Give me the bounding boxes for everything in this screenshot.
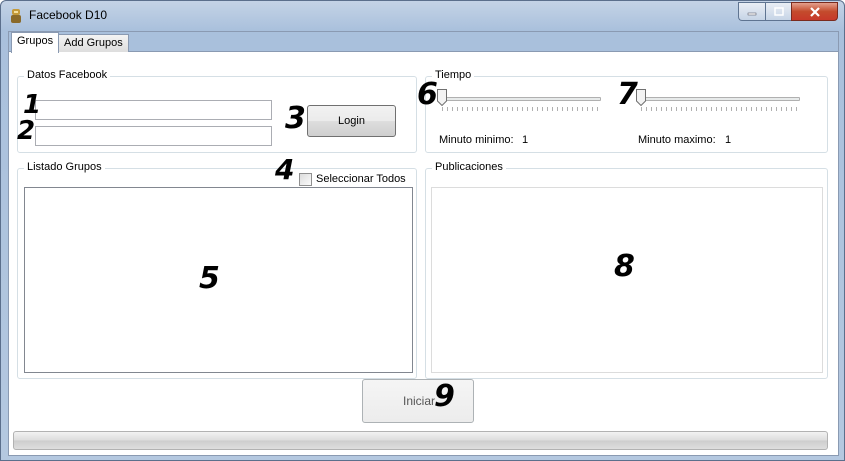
annotation-2: 2 [17,116,36,146]
datos-facebook-legend: Datos Facebook [24,69,111,81]
close-button[interactable] [791,2,838,21]
app-icon [11,9,21,23]
tab-strip: Grupos Add Grupos [9,32,838,53]
annotation-3: 3 [285,101,306,136]
maximize-button[interactable] [765,2,791,21]
login-button[interactable]: Login [307,105,396,137]
annotation-7: 7 [617,77,638,112]
slider-track [638,97,800,101]
slider-ticks [442,107,598,111]
minimum-minute-value: 1 [522,134,529,146]
slider-ticks [641,107,797,111]
maximize-icon [773,7,784,16]
listado-grupos-legend: Listado Grupos [24,161,105,173]
annotation-5: 5 [199,261,220,296]
progress-bar [13,431,828,450]
annotation-9: 9 [434,379,455,414]
password-input[interactable] [35,126,272,146]
client-area: Grupos Add Grupos Datos Facebook Tiempo … [8,31,839,456]
select-all-checkbox[interactable] [299,173,312,186]
annotation-6: 6 [417,77,438,112]
start-button[interactable]: Iniciar [362,379,474,423]
annotation-8: 8 [614,249,635,284]
maximum-minute-value: 1 [725,134,732,146]
maximum-minute-slider[interactable] [636,88,802,111]
select-all-label[interactable]: Seleccionar Todos [316,173,406,185]
app-window: Facebook D10 Grupos Add Grupos Datos Fac… [0,0,845,461]
minimize-icon [747,12,757,15]
title-bar[interactable]: Facebook D10 [1,1,844,31]
publicaciones-legend: Publicaciones [432,161,506,173]
tiempo-legend: Tiempo [432,69,475,81]
annotation-4: 4 [275,153,295,186]
window-title: Facebook D10 [29,8,108,22]
minimum-minute-slider[interactable] [437,88,603,111]
window-controls [738,2,838,22]
tab-grupos[interactable]: Grupos [11,32,60,53]
username-input[interactable] [35,100,272,120]
tab-add-grupos[interactable]: Add Grupos [58,34,129,53]
maximum-minute-label: Minuto maximo: [638,134,716,146]
minimum-minute-label: Minuto minimo: [439,134,514,146]
slider-thumb[interactable] [437,89,447,106]
close-icon [809,6,820,17]
tab-page-grupos: Datos Facebook Tiempo Listado Grupos Pub… [9,52,838,455]
annotation-1: 1 [23,90,42,120]
slider-track [439,97,601,101]
minimize-button[interactable] [738,2,765,21]
